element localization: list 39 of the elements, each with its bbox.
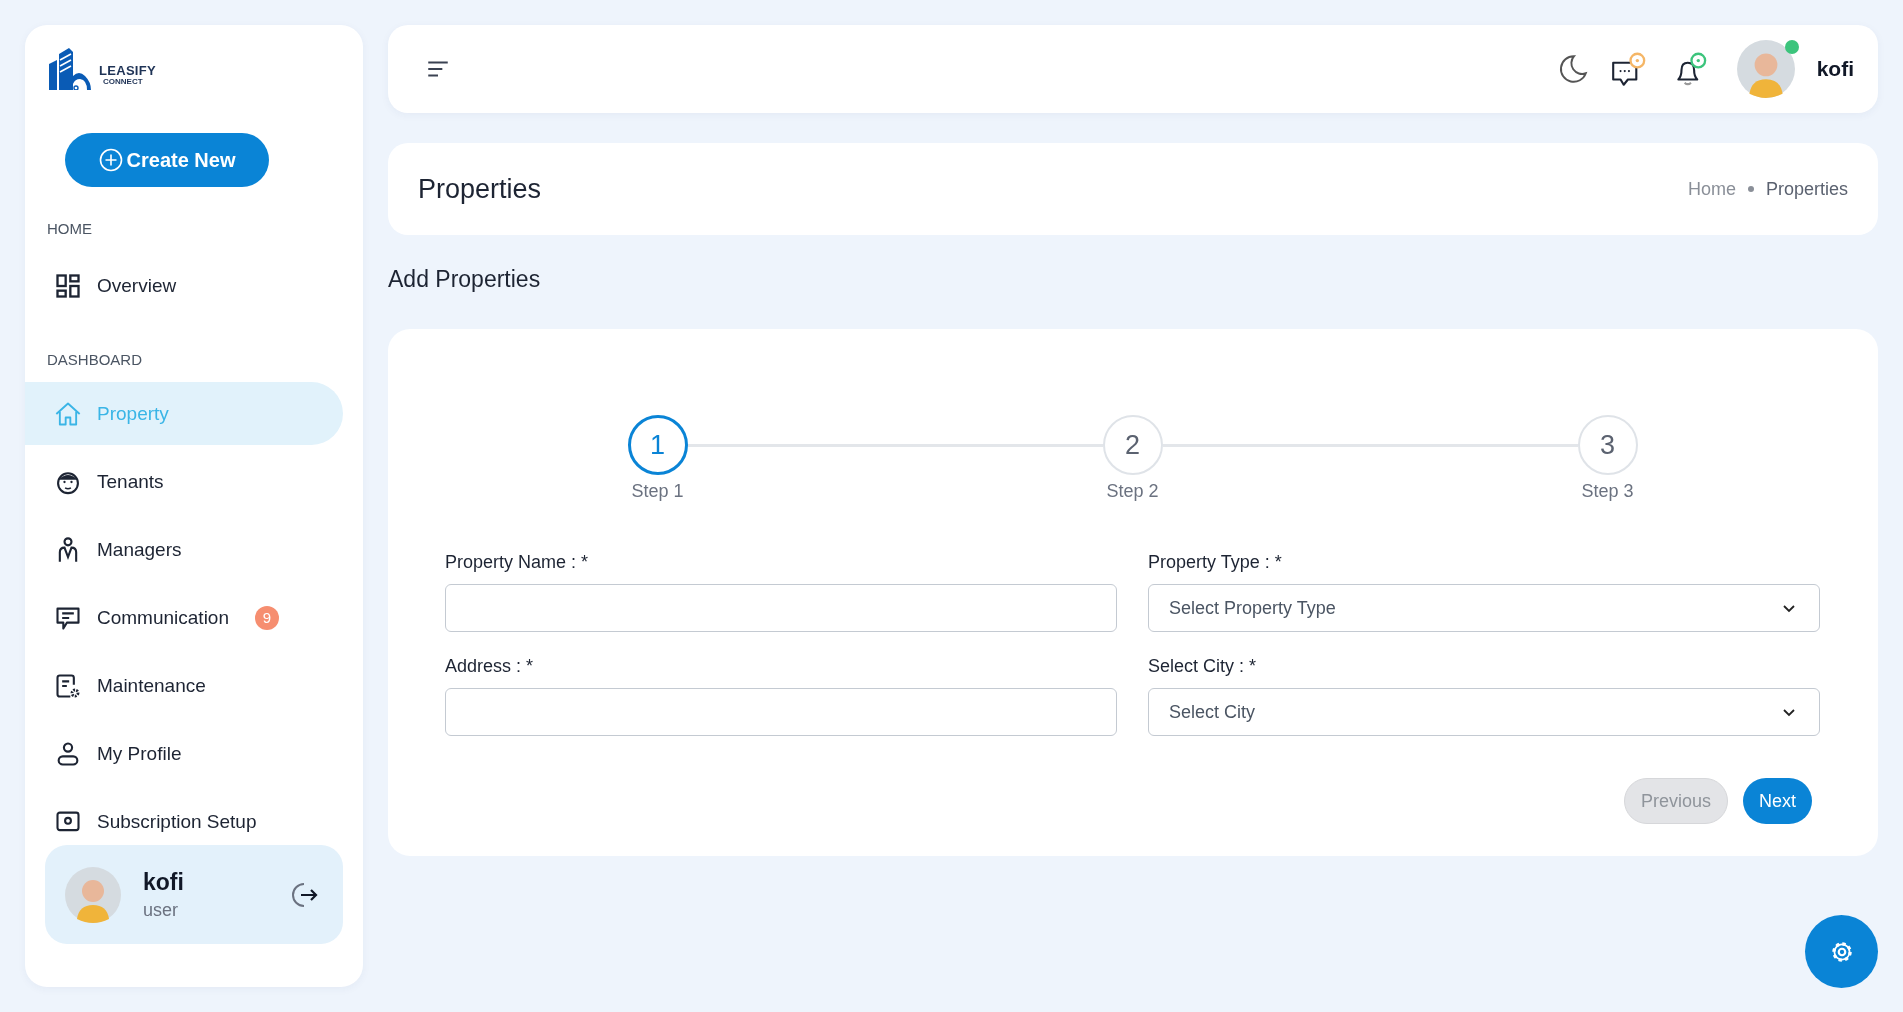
user-name[interactable]: kofi bbox=[1816, 57, 1854, 81]
sidebar-item[interactable]: Communication 9 bbox=[25, 586, 343, 649]
user-name: kofi bbox=[143, 868, 185, 896]
select-field[interactable]: Select City bbox=[1148, 688, 1820, 736]
field-label: Select City : * bbox=[1148, 656, 1258, 678]
select-field[interactable]: Select Property Type bbox=[1148, 584, 1820, 632]
plus-circle-icon bbox=[98, 148, 123, 172]
logo-name: LEASIFY bbox=[99, 64, 156, 77]
count-badge: 9 bbox=[255, 605, 279, 630]
user-role: user bbox=[143, 899, 179, 921]
section-heading: DASHBOARD bbox=[46, 352, 144, 368]
field-label: Property Name : * bbox=[445, 552, 590, 574]
step-label: Step 1 bbox=[631, 481, 684, 502]
sidebar-item[interactable]: Subscription Setup bbox=[25, 790, 343, 837]
create-new-button[interactable]: Create New bbox=[65, 133, 269, 187]
step-circle[interactable]: 3 bbox=[1577, 415, 1638, 475]
page-title: Properties bbox=[418, 173, 542, 205]
step-circle[interactable]: 1 bbox=[627, 415, 688, 475]
next-button[interactable]: Next bbox=[1743, 778, 1812, 824]
sidebar-item[interactable]: My Profile bbox=[25, 722, 343, 785]
grid-icon bbox=[54, 271, 82, 300]
field-label: Property Type : * bbox=[1148, 552, 1283, 574]
bullet-icon bbox=[1747, 186, 1754, 192]
sidebar-item[interactable]: Maintenance bbox=[25, 654, 343, 717]
input-field[interactable] bbox=[445, 688, 1117, 736]
field-label: Address : * bbox=[445, 656, 535, 678]
section-heading: HOME bbox=[46, 221, 93, 237]
step-label: Step 3 bbox=[1581, 481, 1634, 502]
avatar-icon bbox=[65, 866, 121, 923]
step-label: Step 2 bbox=[1106, 481, 1159, 502]
step-circle[interactable]: 2 bbox=[1102, 415, 1163, 475]
section-title: Add Properties bbox=[388, 265, 542, 293]
sidebar-item[interactable]: Tenants bbox=[25, 450, 343, 513]
sidebar-item[interactable]: Managers bbox=[25, 518, 343, 581]
breadcrumb-current: Properties bbox=[1765, 178, 1848, 200]
document-gear-icon bbox=[54, 671, 82, 700]
sidebar-item[interactable]: Overview bbox=[25, 254, 343, 317]
logo-tagline: CONNECT bbox=[102, 78, 144, 86]
input-field[interactable] bbox=[445, 584, 1117, 632]
